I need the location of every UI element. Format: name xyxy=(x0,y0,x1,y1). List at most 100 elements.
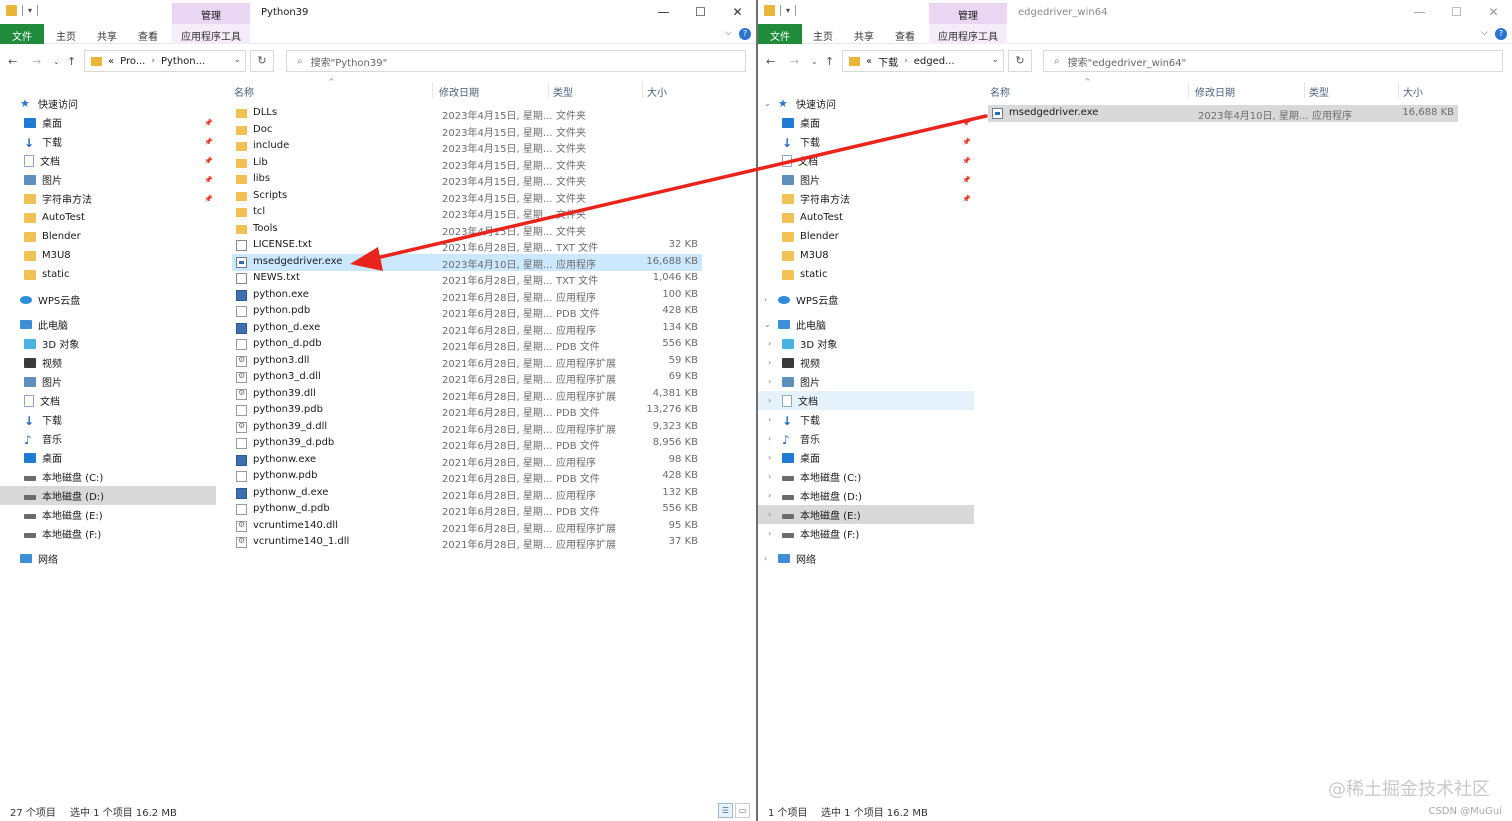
file-row[interactable]: msedgedriver.exe 2023年4月10日, 星期... 应用程序 16,… xyxy=(988,105,1458,122)
sidebar-item[interactable]: › ♪ 音乐 xyxy=(758,429,974,448)
tab-app-tools[interactable]: 应用程序工具 xyxy=(929,24,1007,44)
recent-locations-icon[interactable]: ⌄ xyxy=(53,57,60,66)
chevron-right-icon[interactable]: › xyxy=(768,358,771,367)
sidebar-item[interactable]: 桌面 📌 xyxy=(0,113,216,132)
maximize-icon[interactable]: ☐ xyxy=(682,0,719,24)
file-row[interactable]: DLLs 2023年4月15日, 星期... 文件夹 xyxy=(232,105,702,122)
sidebar-item[interactable]: static xyxy=(758,265,974,284)
chevron-right-icon[interactable]: › xyxy=(768,396,771,405)
customize-dropdown-icon[interactable]: ▾ xyxy=(28,6,32,15)
context-tab-manage[interactable]: 管理 xyxy=(929,3,1007,24)
column-divider[interactable] xyxy=(1188,82,1189,98)
file-row[interactable]: msedgedriver.exe 2023年4月10日, 星期... 应用程序 16,… xyxy=(232,253,702,271)
sidebar-item[interactable]: AutoTest xyxy=(758,208,974,227)
chevron-right-icon[interactable]: › xyxy=(768,491,771,500)
chevron-right-icon[interactable]: › xyxy=(764,295,767,304)
sidebar-item[interactable]: ♪ 音乐 xyxy=(0,429,216,448)
sidebar-item[interactable]: ↓ 下载 xyxy=(0,410,216,429)
customize-dropdown-icon[interactable]: ▾ xyxy=(786,6,790,15)
sidebar-item[interactable]: Blender xyxy=(0,227,216,246)
refresh-button[interactable]: ↻ xyxy=(1008,50,1032,72)
sidebar-item[interactable]: › 本地磁盘 (E:) xyxy=(758,505,974,524)
file-row[interactable]: pythonw_d.pdb 2021年6月28日, 星期... PDB 文件 556 … xyxy=(232,501,702,518)
file-row[interactable]: libs 2023年4月15日, 星期... 文件夹 xyxy=(232,171,702,188)
chevron-right-icon[interactable]: › xyxy=(768,377,771,386)
sidebar-item[interactable]: 本地磁盘 (F:) xyxy=(0,524,216,543)
chevron-right-icon[interactable]: › xyxy=(768,415,771,424)
sidebar-item[interactable]: 视频 xyxy=(0,353,216,372)
sidebar-item[interactable]: › 本地磁盘 (D:) xyxy=(758,486,974,505)
column-date[interactable]: 修改日期 xyxy=(439,80,479,100)
file-row[interactable]: python39.pdb 2021年6月28日, 星期... PDB 文件 13,27… xyxy=(232,402,702,419)
refresh-button[interactable]: ↻ xyxy=(250,50,274,72)
sidebar-item[interactable]: 本地磁盘 (E:) xyxy=(0,505,216,524)
expand-ribbon-icon[interactable]: ⌵ xyxy=(1481,28,1488,38)
sidebar-item[interactable]: 本地磁盘 (D:) xyxy=(0,486,216,505)
sidebar-item[interactable]: 3D 对象 xyxy=(0,334,216,353)
help-icon[interactable]: ? xyxy=(739,28,751,40)
chevron-down-icon[interactable]: ⌄ xyxy=(233,55,241,65)
minimize-icon[interactable]: — xyxy=(645,0,682,24)
forward-icon[interactable]: → xyxy=(790,55,799,68)
sidebar-item[interactable]: 图片 📌 xyxy=(0,170,216,189)
details-view-icon[interactable]: ☰ xyxy=(718,803,733,818)
file-row[interactable]: tcl 2023年4月15日, 星期... 文件夹 xyxy=(232,204,702,221)
tab-view[interactable]: 查看 xyxy=(138,24,158,44)
column-divider[interactable] xyxy=(1398,82,1399,98)
minimize-icon[interactable]: — xyxy=(1401,0,1438,24)
chevron-right-icon[interactable]: › xyxy=(151,56,155,66)
back-icon[interactable]: ← xyxy=(766,55,775,68)
file-row[interactable]: Tools 2023年4月15日, 星期... 文件夹 xyxy=(232,221,702,238)
file-row[interactable]: python_d.pdb 2021年6月28日, 星期... PDB 文件 556 K… xyxy=(232,336,702,353)
search-input[interactable]: ⌕ 搜索"edgedriver_win64" xyxy=(1043,50,1503,72)
tab-file[interactable]: 文件 xyxy=(0,24,44,44)
address-bar[interactable]: « Pro... › Python... ⌄ xyxy=(84,50,246,72)
chevron-right-icon[interactable]: › xyxy=(768,510,771,519)
file-row[interactable]: include 2023年4月15日, 星期... 文件夹 xyxy=(232,138,702,155)
column-name[interactable]: 名称 xyxy=(990,80,1010,100)
column-divider[interactable] xyxy=(432,82,433,98)
sidebar-item[interactable]: 网络 xyxy=(0,549,216,568)
file-row[interactable]: Scripts 2023年4月15日, 星期... 文件夹 xyxy=(232,188,702,205)
column-type[interactable]: 类型 xyxy=(1309,80,1329,100)
file-row[interactable]: python39.dll 2021年6月28日, 星期...应用程序扩展 4,381… xyxy=(232,386,702,403)
sidebar-item[interactable]: › 3D 对象 xyxy=(758,334,974,353)
chevron-right-icon[interactable]: › xyxy=(764,554,767,563)
column-name[interactable]: 名称 xyxy=(234,80,254,100)
breadcrumb-python[interactable]: Python... xyxy=(161,56,205,67)
sidebar-item[interactable]: 此电脑 xyxy=(0,315,216,334)
sidebar-item[interactable]: M3U8 xyxy=(0,246,216,265)
sidebar-item[interactable]: M3U8 xyxy=(758,246,974,265)
address-overflow[interactable]: « xyxy=(108,56,114,67)
forward-icon[interactable]: → xyxy=(32,55,41,68)
column-size[interactable]: 大小 xyxy=(1403,80,1423,100)
sidebar-item[interactable]: 文档 📌 xyxy=(758,151,974,170)
tab-share[interactable]: 共享 xyxy=(854,24,874,44)
context-tab-manage[interactable]: 管理 xyxy=(172,3,250,24)
address-bar[interactable]: « 下载 › edged... ⌄ xyxy=(842,50,1004,72)
file-row[interactable]: pythonw.pdb 2021年6月28日, 星期... PDB 文件 428 KB xyxy=(232,468,702,485)
sidebar-item[interactable]: › 桌面 xyxy=(758,448,974,467)
search-input[interactable]: ⌕ 搜索"Python39" xyxy=(286,50,746,72)
file-row[interactable]: python3_d.dll 2021年6月28日, 星期...应用程序扩展 69 K… xyxy=(232,369,702,386)
file-row[interactable]: pythonw_d.exe 2021年6月28日, 星期... 应用程序 132 KB xyxy=(232,485,702,502)
close-icon[interactable]: ✕ xyxy=(1475,0,1512,24)
breadcrumb-edgedriver[interactable]: edged... xyxy=(914,56,955,67)
breadcrumb-downloads[interactable]: 下载 xyxy=(878,54,898,69)
sidebar-item[interactable]: › 网络 xyxy=(758,549,974,568)
sidebar-item[interactable]: AutoTest xyxy=(0,208,216,227)
file-row[interactable]: python39_d.pdb 2021年6月28日, 星期... PDB 文件 8,9… xyxy=(232,435,702,452)
chevron-right-icon[interactable]: › xyxy=(768,453,771,462)
column-type[interactable]: 类型 xyxy=(553,80,573,100)
sidebar-item[interactable]: ↓ 下载 📌 xyxy=(0,132,216,151)
file-row[interactable]: python3.dll 2021年6月28日, 星期...应用程序扩展 59 KB xyxy=(232,353,702,370)
chevron-right-icon[interactable]: › xyxy=(768,434,771,443)
sidebar-item[interactable]: ⌄ ★ 快速访问 xyxy=(758,94,974,113)
up-icon[interactable]: ↑ xyxy=(825,55,834,68)
sidebar-item[interactable]: 文档 📌 xyxy=(0,151,216,170)
tab-share[interactable]: 共享 xyxy=(97,24,117,44)
chevron-down-icon[interactable]: ⌄ xyxy=(991,55,999,65)
chevron-down-icon[interactable]: ⌄ xyxy=(764,320,771,329)
tab-app-tools[interactable]: 应用程序工具 xyxy=(172,24,250,44)
file-row[interactable]: python.exe 2021年6月28日, 星期... 应用程序 100 KB xyxy=(232,287,702,304)
